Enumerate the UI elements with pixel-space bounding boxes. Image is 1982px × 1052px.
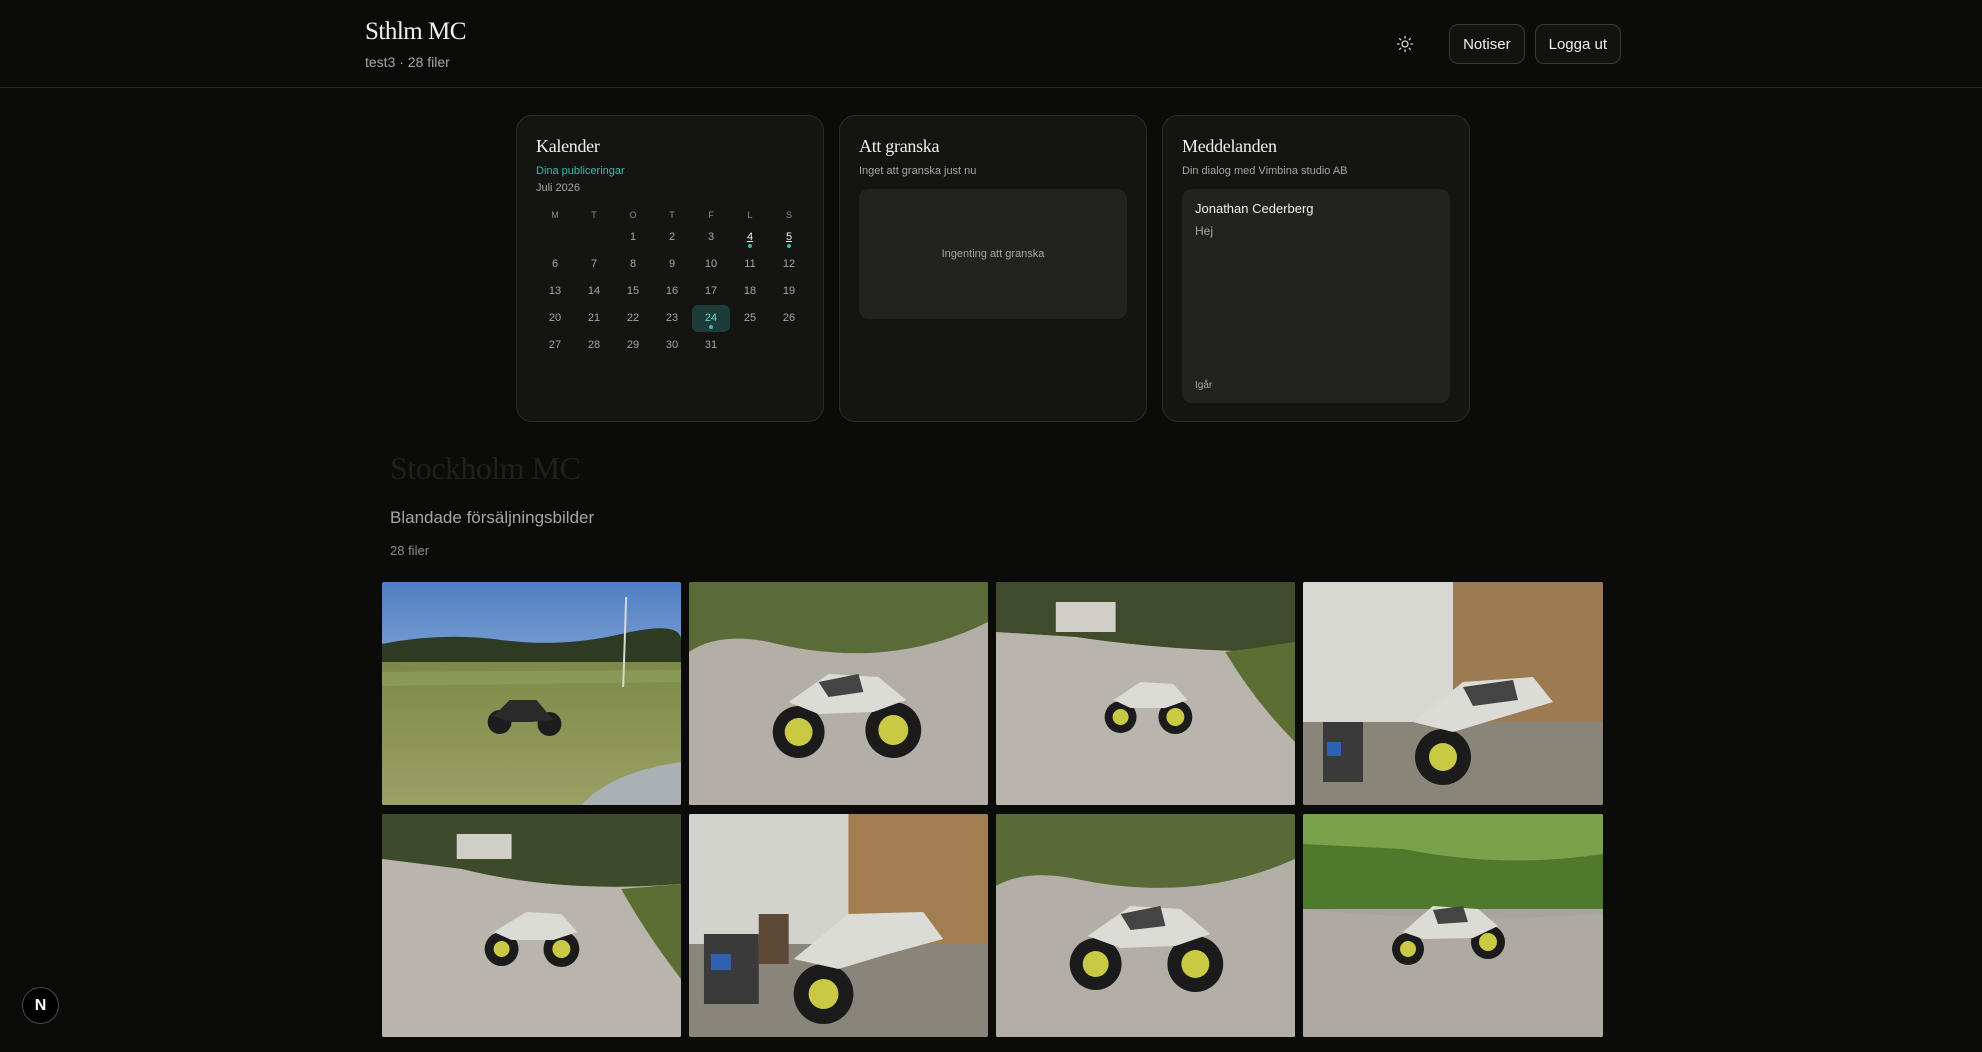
- motorcycle-field-photo: [382, 582, 681, 805]
- calendar-day[interactable]: 30: [653, 332, 691, 359]
- calendar-weekday: T: [591, 210, 597, 220]
- motorcycle-gravel-house-photo: [382, 814, 681, 1037]
- calendar-day[interactable]: 22: [614, 305, 652, 332]
- calendar-day[interactable]: 20: [536, 305, 574, 332]
- motorcycle-forest-photo: [1303, 814, 1603, 1037]
- calendar-day[interactable]: 17: [692, 278, 730, 305]
- calendar-day[interactable]: 9: [653, 251, 691, 278]
- photo-tile[interactable]: [382, 582, 681, 805]
- calendar-day[interactable]: 4: [731, 224, 769, 251]
- review-title: Att granska: [859, 136, 940, 156]
- sun-icon: [1396, 35, 1414, 53]
- motorcycle-garage-photo: [1303, 582, 1603, 805]
- review-empty-text: Ingenting att granska: [941, 248, 1045, 260]
- calendar-day[interactable]: 27: [536, 332, 574, 359]
- calendar-day[interactable]: 10: [692, 251, 730, 278]
- message-thread[interactable]: Jonathan Cederberg Hej Igår: [1182, 189, 1450, 403]
- message-text: Hej: [1195, 224, 1214, 238]
- calendar-month: Juli 2026: [536, 182, 581, 194]
- photo-grid: [382, 582, 1603, 1037]
- calendar-day[interactable]: 11: [731, 251, 769, 278]
- calendar-day[interactable]: 7: [575, 251, 613, 278]
- message-time: Igår: [1195, 380, 1213, 391]
- calendar-day[interactable]: 23: [653, 305, 691, 332]
- review-subtitle: Inget att granska just nu: [859, 165, 977, 177]
- top-bar: Sthlm MC test3 · 28 filer Notiser Logga …: [0, 0, 1982, 88]
- photo-tile[interactable]: [689, 582, 988, 805]
- gallery-count: 28 filer: [390, 543, 430, 558]
- calendar-weekday: L: [747, 210, 753, 220]
- message-sender: Jonathan Cederberg: [1195, 201, 1314, 216]
- calendar-day[interactable]: 8: [614, 251, 652, 278]
- calendar-weekday: M: [551, 210, 559, 220]
- motorcycle-garage-side-photo: [689, 814, 988, 1037]
- calendar-grid: M T O T F L S 1 2 3 4 5 6 7 8 9 10 11 12 13 14 15 16 17 18 19 20 21…: [536, 206, 804, 359]
- calendar-day[interactable]: 1: [614, 224, 652, 251]
- calendar-day[interactable]: 14: [575, 278, 613, 305]
- messages-subtitle: Din dialog med Vimbina studio AB: [1182, 165, 1348, 177]
- calendar-day[interactable]: 13: [536, 278, 574, 305]
- calendar-day[interactable]: 16: [653, 278, 691, 305]
- photo-tile[interactable]: [689, 814, 988, 1037]
- review-empty-state: Ingenting att granska: [859, 189, 1127, 319]
- theme-toggle-button[interactable]: [1385, 24, 1425, 64]
- photo-tile[interactable]: [1303, 814, 1603, 1037]
- calendar-weekday: O: [629, 210, 637, 220]
- calendar-subtitle[interactable]: Dina publiceringar: [536, 165, 804, 177]
- calendar-weekday: S: [785, 210, 792, 220]
- calendar-title: Kalender: [536, 136, 600, 156]
- header-actions: Notiser Logga ut: [1385, 24, 1621, 64]
- calendar-day[interactable]: 31: [692, 332, 730, 359]
- logout-button[interactable]: Logga ut: [1534, 24, 1621, 64]
- calendar-day[interactable]: 19: [770, 278, 808, 305]
- gallery-title: Stockholm MC: [390, 450, 581, 486]
- dev-tools-badge[interactable]: N: [22, 987, 59, 1024]
- calendar-weekday: T: [669, 210, 675, 220]
- motorcycle-gravel-close-photo: [996, 814, 1295, 1037]
- gallery-subtitle: Blandade försäljningsbilder: [390, 508, 595, 527]
- calendar-day[interactable]: 6: [536, 251, 574, 278]
- calendar-day[interactable]: 29: [614, 332, 652, 359]
- calendar-day[interactable]: 12: [770, 251, 808, 278]
- calendar-day[interactable]: 21: [575, 305, 613, 332]
- messages-title: Meddelanden: [1182, 136, 1277, 156]
- messages-card: Meddelanden Din dialog med Vimbina studi…: [1162, 115, 1470, 422]
- calendar-day[interactable]: 28: [575, 332, 613, 359]
- brand-title: Sthlm MC: [365, 18, 466, 45]
- calendar-day[interactable]: 5: [770, 224, 808, 251]
- brand: Sthlm MC test3 · 28 filer: [365, 18, 466, 70]
- calendar-blank: [575, 224, 613, 251]
- review-card: Att granska Inget att granska just nu In…: [839, 115, 1147, 422]
- photo-tile[interactable]: [1303, 582, 1603, 805]
- photo-tile[interactable]: [382, 814, 681, 1037]
- calendar-day[interactable]: 3: [692, 224, 730, 251]
- calendar-day[interactable]: 2: [653, 224, 691, 251]
- photo-tile[interactable]: [996, 814, 1295, 1037]
- calendar-day[interactable]: 18: [731, 278, 769, 305]
- calendar-day[interactable]: 25: [731, 305, 769, 332]
- calendar-day[interactable]: 15: [614, 278, 652, 305]
- motorcycle-gravel-photo: [689, 582, 988, 805]
- photo-tile[interactable]: [996, 582, 1295, 805]
- calendar-day-today[interactable]: 24: [692, 305, 730, 332]
- calendar-blank: [536, 224, 574, 251]
- calendar-day[interactable]: 26: [770, 305, 808, 332]
- brand-subtitle: test3 · 28 filer: [365, 54, 450, 70]
- calendar-weekday: F: [708, 210, 714, 220]
- calendar-card: Kalender Dina publiceringar Juli 2026 M T…: [516, 115, 824, 422]
- motorcycle-gravel-wide-photo: [996, 582, 1295, 805]
- notifications-button[interactable]: Notiser: [1449, 24, 1525, 64]
